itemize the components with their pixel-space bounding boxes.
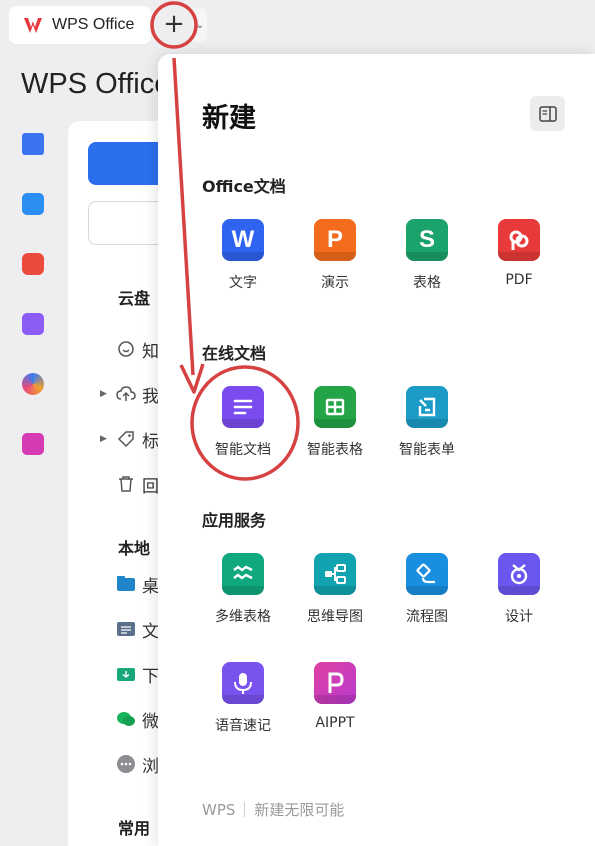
local-section-label: 本地 — [118, 539, 151, 558]
new-design-button[interactable]: 设计 — [473, 553, 565, 626]
aippt-icon — [314, 662, 356, 704]
calendar-icon[interactable] — [22, 193, 44, 215]
sidebar-item-my-cloud[interactable]: ▶ 我 — [100, 383, 159, 407]
new-smart-doc-button[interactable]: 智能文档 — [197, 386, 289, 459]
pdf-app-icon[interactable] — [22, 253, 44, 275]
new-writer-button[interactable]: W 文字 — [197, 219, 289, 292]
smart-sheet-icon — [314, 386, 356, 428]
new-spreadsheet-button[interactable]: S 表格 — [381, 219, 473, 292]
new-mind-map-button[interactable]: 思维导图 — [289, 553, 381, 626]
assistant-icon[interactable] — [22, 373, 44, 395]
wps-office-tab[interactable]: WPS Office — [9, 6, 151, 44]
spreadsheet-icon: S — [406, 219, 448, 261]
apps-icon[interactable] — [22, 313, 44, 335]
footer-divider — [244, 802, 246, 817]
sidebar-item-tags[interactable]: ▶ 标 — [100, 428, 159, 452]
sidebar-item-wechat[interactable]: 微 — [116, 708, 159, 732]
footer-slogan: 新建无限可能 — [254, 801, 345, 819]
more-icon — [116, 754, 136, 774]
new-tab-button[interactable]: + — [160, 9, 188, 39]
common-section-label: 常用 — [118, 819, 151, 838]
microphone-icon — [222, 662, 264, 704]
documents-folder-icon — [116, 619, 136, 639]
sidebar-item-desktop[interactable]: 桌 — [116, 573, 159, 597]
panel-footer: WPS 新建无限可能 — [202, 799, 344, 820]
smart-doc-icon — [222, 386, 264, 428]
flowchart-icon — [406, 553, 448, 595]
sidebar-item-documents[interactable]: 文 — [116, 618, 159, 642]
sidebar-item-shared[interactable]: 知 — [100, 338, 159, 362]
new-presentation-button[interactable]: P 演示 — [289, 219, 381, 292]
panel-title: 新建 — [202, 103, 256, 134]
new-aippt-button[interactable]: AIPPT — [289, 662, 381, 731]
download-folder-icon — [116, 664, 136, 684]
presentation-icon: P — [314, 219, 356, 261]
new-pdf-button[interactable]: PDF — [473, 219, 565, 288]
wechat-icon — [116, 709, 136, 729]
toggle-sidebar-button[interactable] — [530, 96, 565, 131]
app-services-heading: 应用服务 — [202, 511, 267, 530]
new-multi-table-button[interactable]: 多维表格 — [197, 553, 289, 626]
aippt-rail-icon[interactable] — [22, 433, 44, 455]
new-smart-form-button[interactable]: 智能表单 — [381, 386, 473, 459]
sidebar-toggle-icon — [538, 105, 557, 122]
pdf-icon — [498, 219, 540, 261]
smart-form-icon — [406, 386, 448, 428]
tab-title: WPS Office — [52, 16, 135, 33]
writer-icon: W — [222, 219, 264, 261]
new-flowchart-button[interactable]: 流程图 — [381, 553, 473, 626]
sidebar-item-trash[interactable]: 回 — [100, 473, 159, 497]
left-rail — [22, 133, 46, 493]
multi-table-icon — [222, 553, 264, 595]
new-document-panel: 新建 Office文档 W 文字 P 演示 S 表格 PDF 在线文档 智能文档 — [158, 54, 595, 846]
office-docs-heading: Office文档 — [202, 177, 286, 196]
trash-icon — [116, 474, 136, 494]
online-docs-heading: 在线文档 — [202, 344, 267, 363]
tab-dropdown-icon[interactable]: ⌄ — [193, 8, 207, 42]
footer-brand: WPS — [202, 800, 236, 819]
design-icon — [498, 553, 540, 595]
cloud-upload-icon — [116, 384, 136, 404]
new-voice-notes-button[interactable]: 语音速记 — [197, 662, 289, 735]
expand-arrow-icon[interactable]: ▶ — [100, 389, 110, 399]
wps-logo-icon — [24, 18, 42, 33]
cloud-section-label: 云盘 — [118, 289, 151, 308]
desktop-folder-icon — [116, 574, 136, 594]
expand-arrow-icon[interactable]: ▶ — [100, 434, 110, 444]
new-smart-sheet-button[interactable]: 智能表格 — [289, 386, 381, 459]
docs-icon[interactable] — [22, 133, 44, 155]
mind-map-icon — [314, 553, 356, 595]
app-title: WPS Office — [21, 68, 171, 100]
sidebar-item-downloads[interactable]: 下 — [116, 663, 159, 687]
sidebar-item-browse[interactable]: 浏 — [116, 753, 159, 777]
tag-icon — [116, 429, 136, 449]
smile-icon — [116, 339, 136, 359]
